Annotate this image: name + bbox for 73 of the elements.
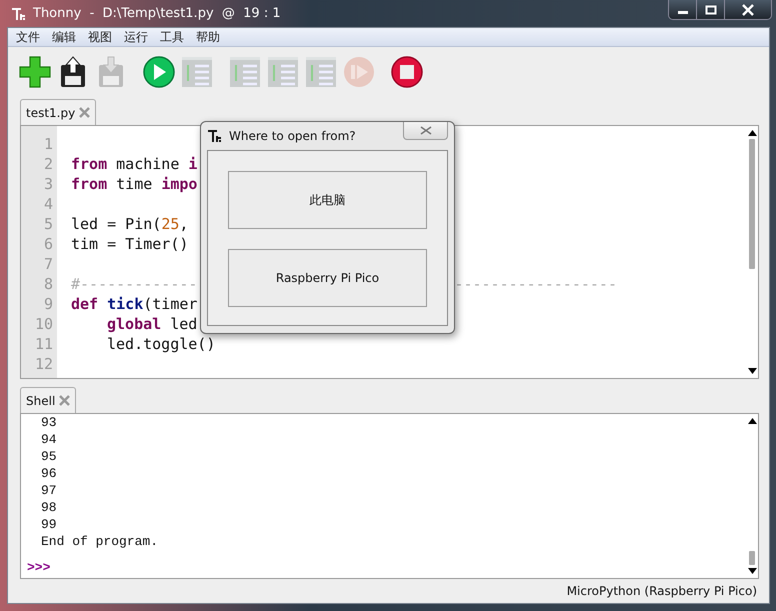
close-tab-icon[interactable] <box>79 107 90 118</box>
app-logo-icon <box>207 128 223 144</box>
code-keyword: from <box>71 155 108 173</box>
line-number: 10 <box>34 314 54 334</box>
scroll-thumb[interactable] <box>749 551 755 565</box>
line-number: 6 <box>42 234 54 254</box>
close-icon <box>420 126 432 135</box>
code-text: led.toggle() <box>107 335 216 353</box>
code-text: machine <box>115 155 180 173</box>
shell-output: 96 <box>40 465 58 482</box>
close-button[interactable] <box>725 0 771 19</box>
editor-tab[interactable]: test1.py <box>20 99 96 125</box>
menu-item[interactable]: 工具 <box>154 28 190 46</box>
line-number: 3 <box>42 174 54 194</box>
stop-button[interactable] <box>390 55 424 89</box>
code-keyword: def <box>71 295 98 313</box>
scroll-thumb[interactable] <box>749 139 755 269</box>
run-button[interactable] <box>142 55 176 89</box>
interpreter-status[interactable]: MicroPython (Raspberry Pi Pico) <box>566 584 757 598</box>
line-number: 8 <box>42 274 54 294</box>
menu-item[interactable]: 视图 <box>82 28 118 46</box>
shell-tab[interactable]: Shell <box>20 387 76 413</box>
code-comment: #------------- <box>71 275 198 293</box>
location-button[interactable]: Raspberry Pi Pico <box>228 249 427 307</box>
maximize-icon <box>704 4 716 14</box>
code-keyword: from <box>71 175 108 193</box>
code-keyword: impo <box>161 175 198 193</box>
dialog-title: Where to open from? <box>229 129 356 143</box>
code-text: time <box>115 175 154 193</box>
code-keyword: i <box>188 155 198 173</box>
line-number: 4 <box>42 194 54 214</box>
app-logo-icon <box>11 6 27 22</box>
window-title: Thonny - D:\Temp\test1.py @ 19 : 1 <box>33 6 281 21</box>
shell-output: 95 <box>40 448 58 465</box>
shell-output: 94 <box>40 431 58 448</box>
line-number: 1 <box>42 134 54 154</box>
shell-output: 97 <box>40 482 58 499</box>
menu-item[interactable]: 运行 <box>118 28 154 46</box>
shell-output: 99 <box>40 516 58 533</box>
shell-panel[interactable]: 93 94 95 96 97 98 99 End of program. >>> <box>20 413 759 579</box>
scroll-down-icon[interactable] <box>748 368 756 374</box>
code-text: tick <box>106 295 144 313</box>
code-keyword: global <box>107 315 162 333</box>
new-button[interactable] <box>18 55 52 89</box>
line-number: 2 <box>42 154 54 174</box>
code-text: 25 <box>161 215 180 233</box>
menu-item[interactable]: 帮助 <box>190 28 226 46</box>
line-number: 11 <box>34 334 54 354</box>
code-text: tim = Timer() <box>71 235 188 253</box>
code-text: (timer <box>143 295 198 313</box>
menu-item[interactable]: 编辑 <box>46 28 82 46</box>
code-text: led <box>169 315 198 333</box>
scroll-up-icon[interactable] <box>748 418 756 424</box>
scroll-down-icon[interactable] <box>748 568 756 574</box>
code-text: led = Pin( <box>71 215 162 233</box>
line-number: 7 <box>42 254 54 274</box>
location-button[interactable]: 此电脑 <box>228 171 427 229</box>
shell-output: End of program. <box>40 533 160 550</box>
close-tab-icon[interactable] <box>59 395 70 406</box>
menu-item[interactable]: 文件 <box>10 28 46 46</box>
shell-output: 98 <box>40 499 58 516</box>
code-comment: ------------------ <box>454 275 617 293</box>
scroll-up-icon[interactable] <box>748 130 756 136</box>
shell-output: 93 <box>40 414 58 431</box>
line-number: 9 <box>42 294 54 314</box>
minimize-icon <box>678 11 688 14</box>
maximize-button[interactable] <box>697 0 725 19</box>
close-icon <box>741 4 755 16</box>
minimize-button[interactable] <box>669 0 697 19</box>
code-text: , <box>179 215 190 233</box>
line-number: 12 <box>34 354 54 374</box>
line-number: 5 <box>42 214 54 234</box>
shell-prompt: >>> <box>27 559 52 576</box>
